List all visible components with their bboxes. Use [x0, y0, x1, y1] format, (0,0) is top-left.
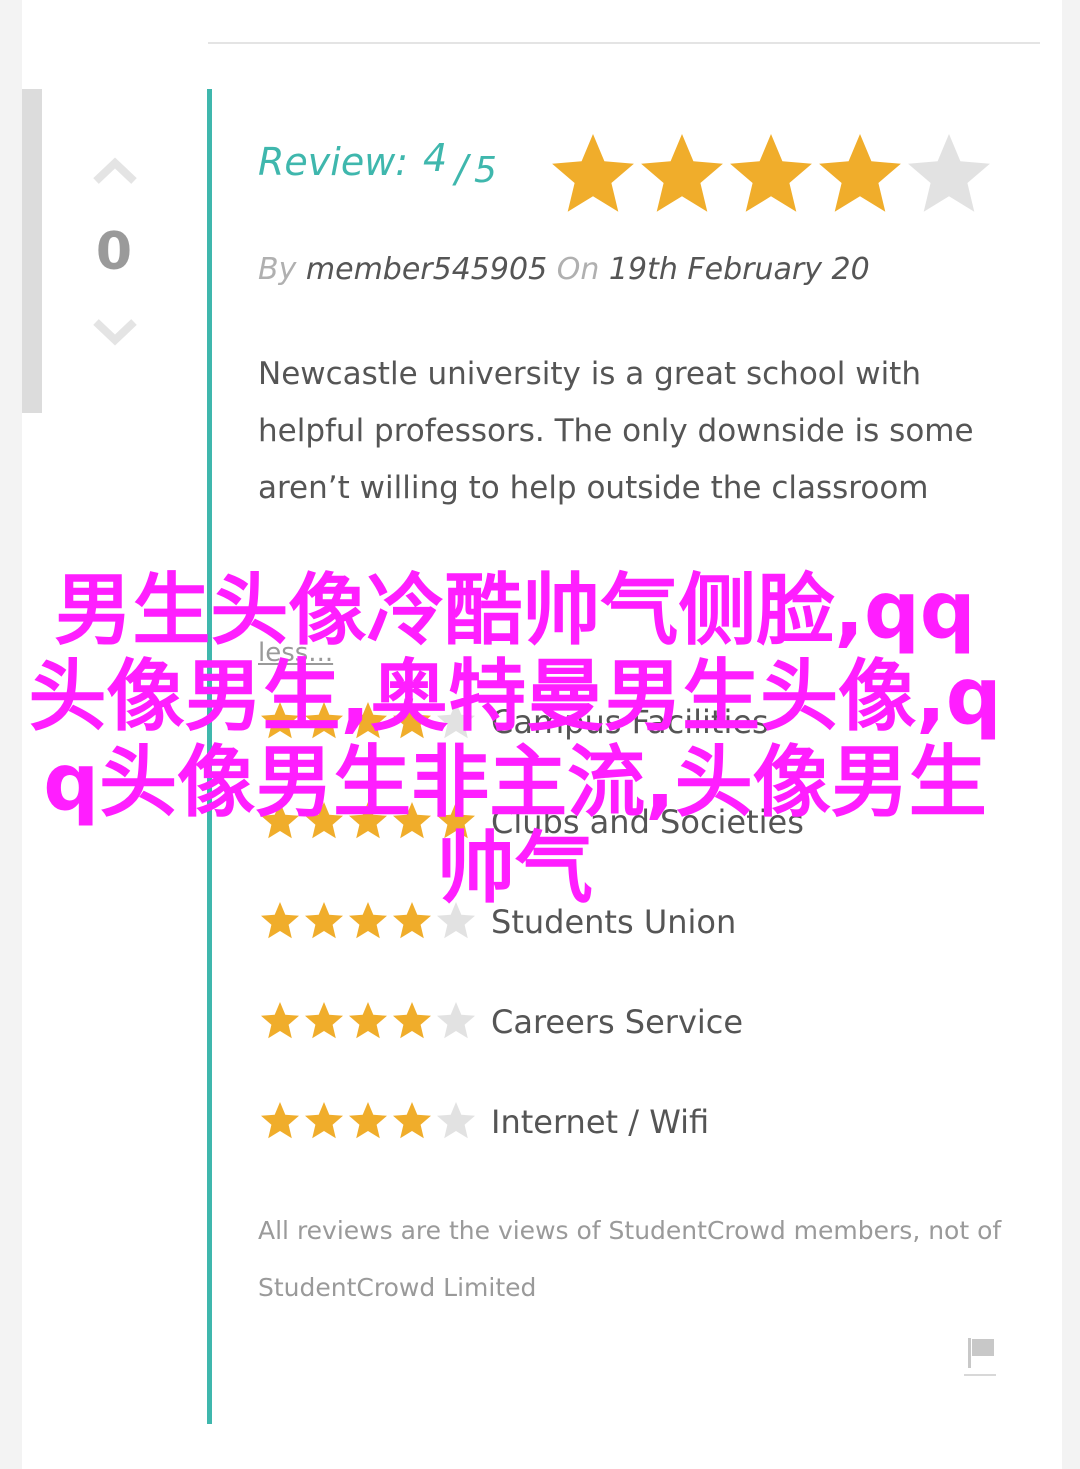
on-label: On [556, 252, 600, 287]
star-filled-icon [819, 134, 901, 212]
flag-review-button[interactable] [964, 1334, 998, 1378]
category-rating-stars [261, 1102, 475, 1139]
chevron-down-icon [93, 319, 137, 346]
review-score: 4 [423, 136, 448, 180]
vote-indicator-bar [22, 89, 42, 413]
star-filled-icon [349, 1102, 387, 1139]
category-label: Internet / Wifi [491, 1103, 710, 1141]
review-label: Review: [258, 140, 409, 184]
star-filled-icon [552, 134, 634, 212]
review-score-separator: / [455, 147, 468, 191]
page: 0 Review: 4 / 5 By member545905 On 19th … [0, 0, 1080, 1469]
category-rating-row: Internet / Wifi [258, 1098, 1018, 1148]
star-filled-icon [305, 1102, 343, 1139]
star-empty-icon [437, 1102, 475, 1139]
watermark-overlay-text: 男生头像冷酷帅气侧脸,qq头像男生,奥特曼男生头像,qq头像男生非主流,头像男生… [28, 566, 1002, 914]
review-date: 19th February 20 [608, 252, 870, 287]
star-filled-icon [261, 1102, 299, 1139]
review-text: Newcastle university is a great school w… [258, 356, 974, 506]
disclaimer: All reviews are the views of StudentCrow… [258, 1216, 1002, 1302]
star-filled-icon [393, 1102, 431, 1139]
review-author[interactable]: member545905 [306, 252, 547, 287]
category-rating-stars [261, 1002, 475, 1039]
star-filled-icon [261, 1002, 299, 1039]
chevron-up-icon [93, 157, 137, 184]
star-filled-icon [730, 134, 812, 212]
star-filled-icon [393, 1002, 431, 1039]
star-empty-icon [437, 1002, 475, 1039]
vote-count: 0 [95, 222, 133, 282]
star-filled-icon [305, 1002, 343, 1039]
star-filled-icon [349, 1002, 387, 1039]
downvote-button[interactable] [92, 318, 138, 348]
by-label: By [258, 252, 297, 287]
upvote-button[interactable] [92, 155, 138, 185]
category-rating-row: Careers Service [258, 998, 1018, 1048]
review-score-max: 5 [474, 150, 497, 191]
overall-rating-stars [552, 134, 990, 212]
star-empty-icon [908, 134, 990, 212]
top-divider [208, 42, 1040, 44]
flag-icon [964, 1338, 996, 1376]
category-label: Careers Service [491, 1003, 744, 1041]
review-byline: By member545905 On 19th February 20 [258, 252, 870, 287]
star-filled-icon [641, 134, 723, 212]
